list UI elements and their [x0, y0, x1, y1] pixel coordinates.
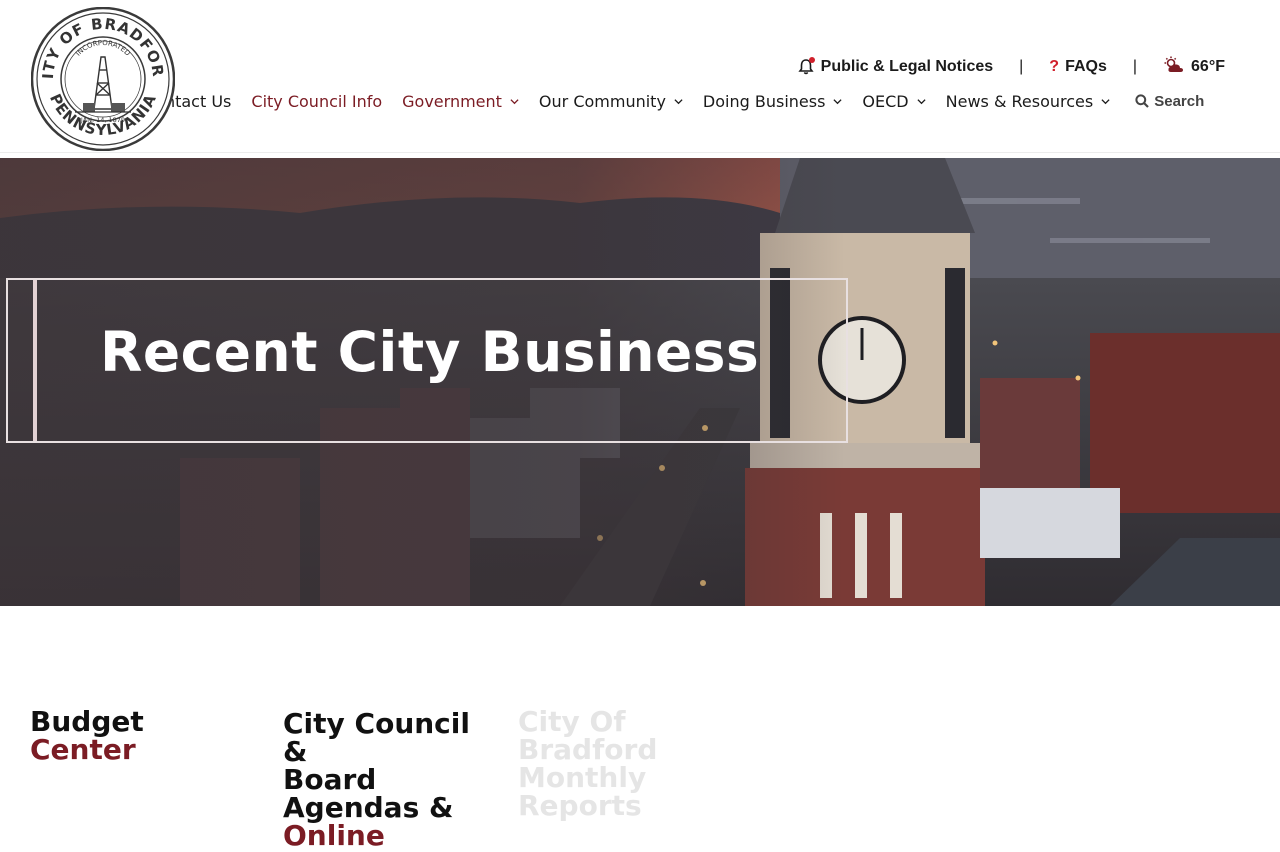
- chevron-down-icon: [833, 98, 842, 104]
- city-seal-logo[interactable]: CITY OF BRADFORD PENNSYLVANIA INCORPORAT…: [24, 0, 176, 152]
- question-icon: ?: [1049, 58, 1060, 75]
- card-title-line: City Of: [518, 705, 626, 738]
- nav-item-label: City Council Info: [251, 91, 383, 111]
- hero-title-frame: Recent City Business: [6, 278, 848, 443]
- faqs-label: FAQs: [1065, 58, 1107, 75]
- hero-title: Recent City Business: [100, 320, 760, 384]
- utility-bar: Public & Legal Notices | ? FAQs | 66°F: [797, 56, 1225, 78]
- card-title-line: Board: [283, 763, 377, 796]
- bell-icon: [797, 57, 815, 76]
- nav-item-label: Our Community: [538, 91, 666, 111]
- faqs-link[interactable]: ? FAQs: [1049, 58, 1107, 76]
- search-icon: [1135, 94, 1149, 108]
- site-header: CITY OF BRADFORD PENNSYLVANIA INCORPORAT…: [0, 0, 1280, 153]
- nav-item-label: News & Resources: [945, 91, 1094, 111]
- card-title-line: Monthly: [518, 761, 647, 794]
- chevron-down-icon: [674, 98, 683, 104]
- public-notices-link[interactable]: Public & Legal Notices: [797, 57, 994, 76]
- nav-item-label: OECD: [862, 91, 909, 111]
- card-title-line: Budget: [30, 705, 144, 738]
- nav-item-our-community[interactable]: Our Community: [539, 92, 683, 111]
- nav-item-label: Doing Business: [702, 91, 826, 111]
- search-label: Search: [1154, 92, 1205, 110]
- utility-separator: |: [1132, 58, 1138, 75]
- card-title-line: Center: [30, 733, 136, 766]
- partly-cloudy-icon: [1163, 56, 1185, 79]
- nav-item-government[interactable]: Government: [402, 92, 519, 111]
- budget-center-link[interactable]: Budget Center: [30, 708, 144, 764]
- public-notices-label: Public & Legal Notices: [820, 58, 994, 75]
- card-title-line: Reports: [518, 789, 642, 822]
- chevron-down-icon: [510, 98, 519, 104]
- nav-item-oecd[interactable]: OECD: [862, 91, 926, 111]
- nav-item-news-resources[interactable]: News & Resources: [946, 92, 1111, 111]
- monthly-reports-link[interactable]: City Of Bradford Monthly Reports: [518, 708, 678, 820]
- card-title-line: City Council &: [283, 707, 470, 768]
- nav-item-city-council-info[interactable]: City Council Info: [251, 92, 382, 111]
- weather-widget[interactable]: 66°F: [1163, 56, 1225, 79]
- nav-item-label: Government: [402, 91, 502, 111]
- chevron-down-icon: [917, 98, 926, 104]
- search-button[interactable]: Search: [1135, 93, 1204, 110]
- quick-links-section: Budget Center City Council & Board Agend…: [0, 606, 1280, 850]
- chevron-down-icon: [1101, 98, 1110, 104]
- nav-item-doing-business[interactable]: Doing Business: [703, 92, 843, 111]
- seal-date: JAN. 14, 1879: [80, 116, 125, 124]
- card-title-line: Agendas &: [283, 791, 454, 824]
- hero-frame-accent: [33, 280, 37, 441]
- council-agendas-link[interactable]: City Council & Board Agendas & Online: [283, 710, 493, 850]
- utility-separator: |: [1019, 58, 1024, 75]
- card-title-line: Bradford: [518, 733, 658, 766]
- main-nav: Contact Us City Council Info Government …: [144, 90, 1204, 112]
- card-title-line: Online: [283, 819, 385, 852]
- weather-temp: 66°F: [1191, 58, 1225, 75]
- hero-banner: Recent City Business: [0, 158, 1280, 606]
